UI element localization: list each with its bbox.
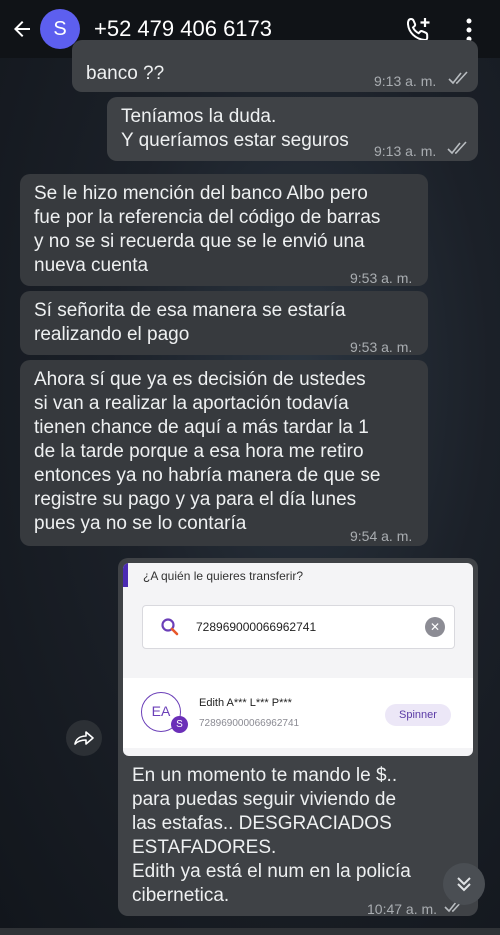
recipient-tag: Spinner — [385, 704, 451, 726]
message-text: Teníamos la duda. Y queríamos estar segu… — [121, 106, 349, 151]
message-caption: En un momento te mando le $.. para pueda… — [132, 765, 411, 906]
search-field: 728969000066962741 ✕ — [142, 605, 455, 649]
message-time: 9:53 a. m. — [350, 339, 413, 355]
avatar-letter: S — [53, 17, 67, 40]
contact-name[interactable]: +52 479 406 6173 — [94, 16, 272, 42]
message-text: Ahora sí que ya es decisión de ustedes s… — [34, 369, 381, 534]
recipient-account: 728969000066962741 — [199, 718, 300, 729]
clear-icon: ✕ — [425, 617, 445, 637]
message-time: 9:53 a. m. — [350, 270, 413, 286]
search-value: 728969000066962741 — [196, 620, 317, 634]
message-incoming[interactable]: Ahora sí que ya es decisión de ustedes s… — [20, 360, 428, 546]
message-outgoing[interactable]: banco ?? 9:13 a. m. — [72, 40, 478, 92]
double-chevron-down-icon — [457, 877, 471, 892]
message-text: banco ?? — [86, 63, 165, 84]
add-call-icon[interactable] — [405, 16, 433, 42]
transfer-question: ¿A quién le quieres transferir? — [143, 569, 304, 583]
forward-icon — [74, 731, 94, 745]
read-ticks-icon — [448, 71, 468, 85]
search-icon — [161, 618, 179, 636]
message-time: 10:47 a. m. — [367, 901, 438, 917]
recipient-result: EA S Edith A*** L*** P*** 72896900006696… — [123, 678, 473, 748]
scroll-to-bottom-button[interactable] — [443, 863, 485, 905]
accent-bar — [123, 563, 128, 587]
attached-image[interactable]: ¿A quién le quieres transferir? 72896900… — [123, 563, 473, 756]
message-incoming[interactable]: Sí señorita de esa manera se estaría rea… — [20, 291, 428, 355]
back-arrow-icon[interactable] — [10, 17, 34, 41]
message-time: 9:13 a. m. — [374, 143, 437, 159]
message-time: 9:54 a. m. — [350, 528, 413, 544]
message-incoming[interactable]: Se le hizo mención del banco Albo pero f… — [20, 174, 428, 286]
message-outgoing[interactable]: Teníamos la duda. Y queríamos estar segu… — [107, 97, 478, 161]
message-text: Se le hizo mención del banco Albo pero f… — [34, 183, 381, 276]
message-time: 9:13 a. m. — [374, 73, 437, 89]
input-bar-edge — [0, 928, 500, 935]
forward-button[interactable] — [66, 720, 102, 756]
bank-badge: S — [171, 716, 188, 733]
recipient-name: Edith A*** L*** P*** — [199, 697, 292, 709]
read-ticks-icon — [447, 141, 467, 155]
message-text: Sí señorita de esa manera se estaría rea… — [34, 300, 346, 345]
